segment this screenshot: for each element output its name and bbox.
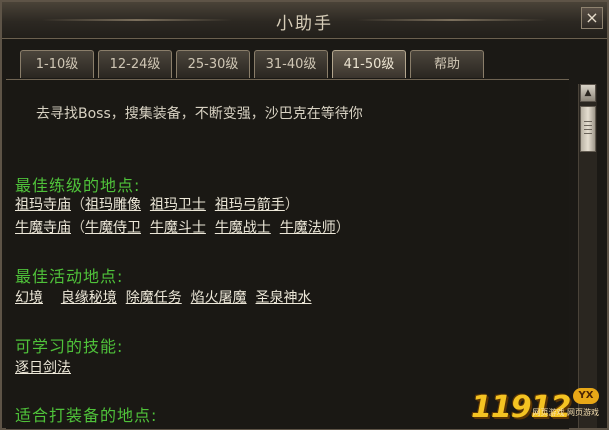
window-title: 小助手 [276,14,333,34]
vertical-scrollbar[interactable]: ▲ [578,84,597,428]
intro-text: 去寻找Boss，搜集装备，不断变强，沙巴克在等待你 [36,106,363,122]
link-sun-sword[interactable]: 逐日剑法 [15,360,71,376]
close-icon: × [585,8,599,27]
leveling-row-bull: 牛魔寺庙（牛魔侍卫 牛魔斗士 牛魔战士 牛魔法师） [15,217,350,237]
link-demon-quest[interactable]: 除魔任务 [126,290,182,306]
heading-gear-farming: 适合打装备的地点: [15,406,158,425]
leveling-row-zuma: 祖玛寺庙（祖玛雕像 祖玛卫士 祖玛弓箭手） [15,194,299,214]
link-zuma-temple[interactable]: 祖玛寺庙 [15,197,71,213]
tab-level-31-40[interactable]: 31-40级 [254,50,328,78]
skills-row: 逐日剑法 [15,357,71,377]
activities-row: 幻境 良缘秘境 除魔任务 焰火屠魔 圣泉神水 [15,287,312,307]
paren-open: （ [71,197,85,213]
link-bull-warrior[interactable]: 牛魔战士 [215,220,271,236]
content-panel: 去寻找Boss，搜集装备，不断变强，沙巴克在等待你 最佳练级的地点: 祖玛寺庙（… [6,79,569,429]
link-bull-mage[interactable]: 牛魔法师 [280,220,336,236]
link-zuma-archer[interactable]: 祖玛弓箭手 [215,197,285,213]
link-bull-guard[interactable]: 牛魔侍卫 [85,220,141,236]
link-fate-realm[interactable]: 良缘秘境 [61,290,117,306]
close-button[interactable]: × [581,7,603,29]
link-bull-temple[interactable]: 牛魔寺庙 [15,220,71,236]
heading-skills: 可学习的技能: [15,337,124,356]
paren-close: ） [335,220,350,236]
tab-level-41-50[interactable]: 41-50级 [332,50,406,78]
link-bull-fighter[interactable]: 牛魔斗士 [150,220,206,236]
logo-badge: YX [573,388,599,404]
window-titlebar[interactable]: 小助手 × [2,2,607,39]
tab-level-25-30[interactable]: 25-30级 [176,50,250,78]
scroll-thumb[interactable] [580,106,596,152]
heading-best-leveling: 最佳练级的地点: [15,176,141,195]
site-watermark-logo: 11912 YX 网页游戏 网页游戏 [471,388,599,426]
link-holy-spring[interactable]: 圣泉神水 [256,290,312,306]
helper-window: 小助手 × 1-10级 12-24级 25-30级 31-40级 41-50级 … [0,0,609,430]
link-firework-slay[interactable]: 焰火屠魔 [191,290,247,306]
tab-level-1-10[interactable]: 1-10级 [20,50,94,78]
link-zuma-guard[interactable]: 祖玛卫士 [150,197,206,213]
tab-help[interactable]: 帮助 [410,50,484,78]
logo-subtitle: 网页游戏 网页游戏 [532,408,599,417]
scroll-up-button[interactable]: ▲ [580,84,596,102]
link-illusion[interactable]: 幻境 [15,290,43,306]
paren-open: （ [71,220,85,236]
tab-level-12-24[interactable]: 12-24级 [98,50,172,78]
paren-close: ） [284,197,299,213]
heading-best-activities: 最佳活动地点: [15,267,124,286]
link-zuma-statue[interactable]: 祖玛雕像 [85,197,141,213]
arrow-up-icon: ▲ [584,88,592,98]
